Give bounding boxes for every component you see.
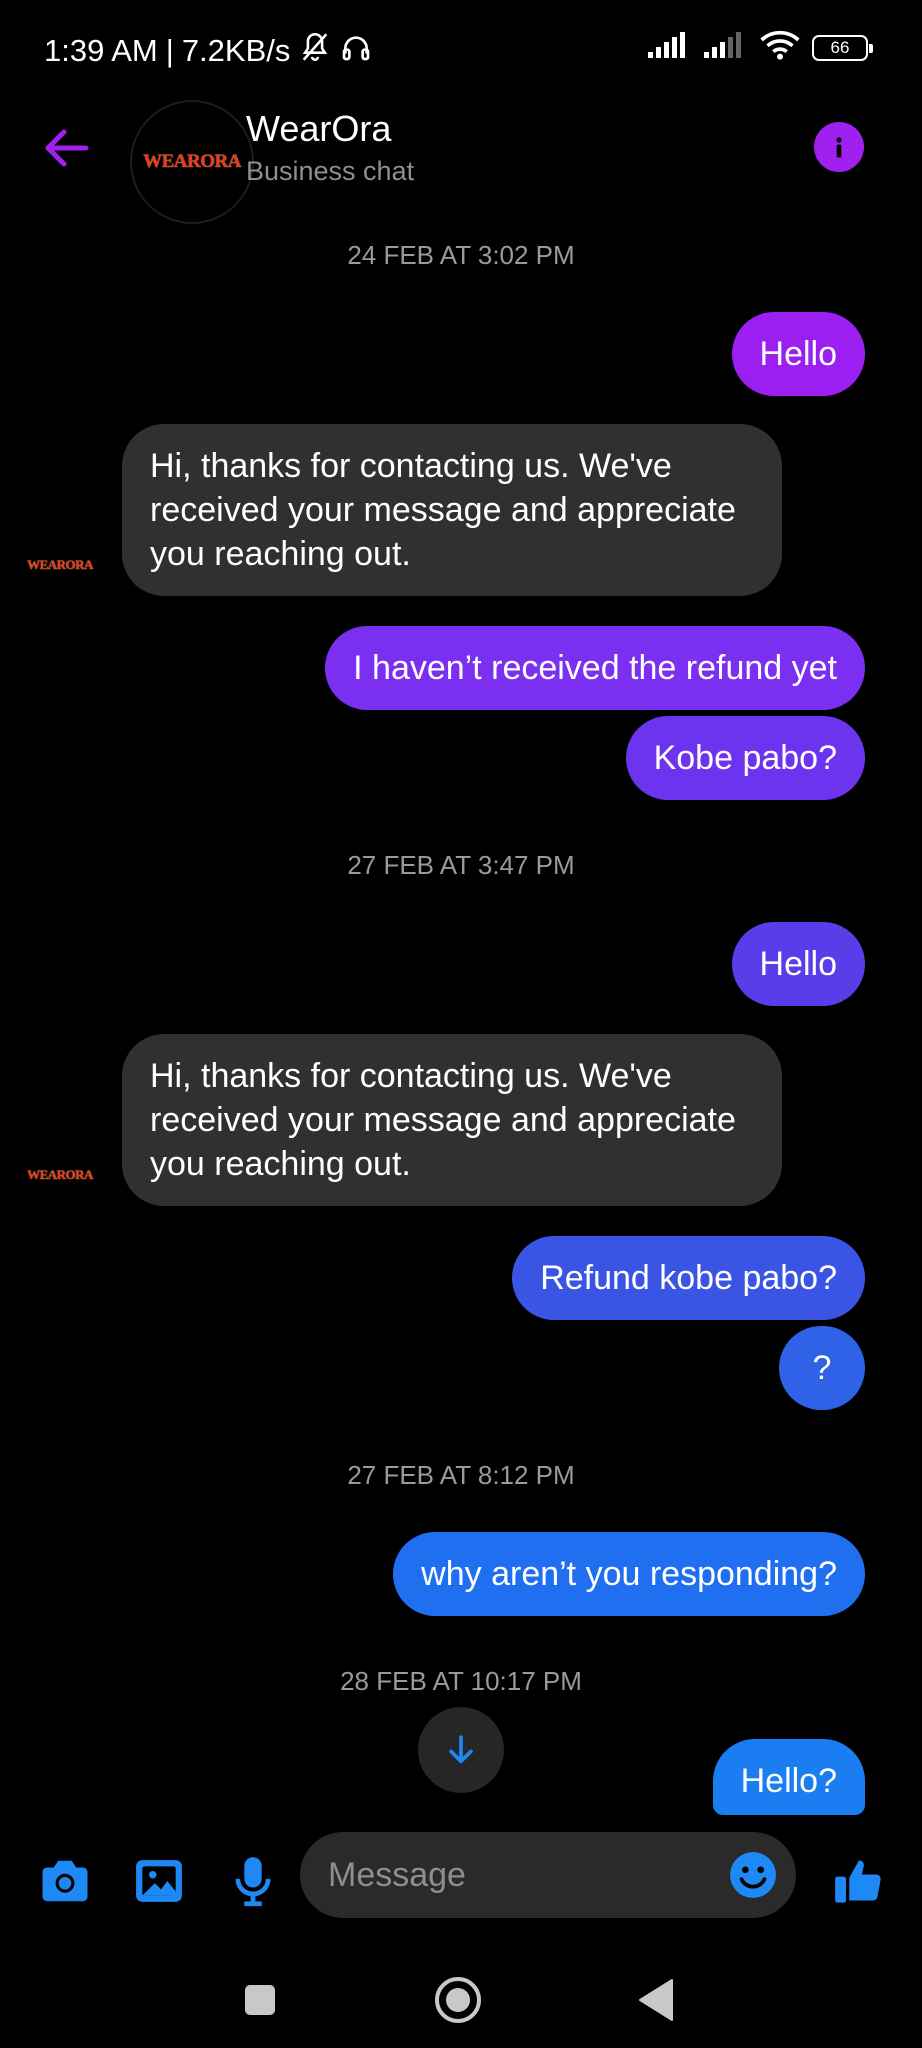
home-button[interactable] bbox=[428, 1970, 488, 2030]
system-nav-bar bbox=[0, 1940, 922, 2048]
gallery-icon bbox=[136, 1860, 182, 1902]
thumbs-up-icon bbox=[835, 1860, 881, 1903]
status-time: 1:39 AM bbox=[44, 33, 158, 68]
home-icon bbox=[435, 1977, 481, 2023]
outgoing-message[interactable]: Hello bbox=[731, 922, 865, 1006]
battery-indicator: 66 bbox=[812, 34, 873, 61]
avatar-logo: WEARORA bbox=[143, 151, 241, 172]
chat-header: WEARORA WearOra Business chat bbox=[0, 100, 922, 230]
status-left: 1:39 AM | 7.2KB/s bbox=[44, 30, 372, 72]
outgoing-message[interactable]: why aren’t you responding? bbox=[393, 1532, 865, 1616]
message-input[interactable] bbox=[328, 1832, 708, 1918]
messenger-screen: 1:39 AM | 7.2KB/s 66 WEARORA WearOra Bus… bbox=[0, 0, 922, 2048]
system-back-button[interactable] bbox=[626, 1970, 686, 2030]
microphone-button[interactable] bbox=[222, 1850, 284, 1912]
sender-logo: WEARORA bbox=[27, 557, 93, 572]
contact-avatar[interactable]: WEARORA bbox=[130, 100, 254, 224]
outgoing-message[interactable]: Refund kobe pabo? bbox=[512, 1236, 865, 1320]
like-button[interactable] bbox=[828, 1850, 890, 1912]
status-separator: | bbox=[165, 33, 174, 68]
message-box bbox=[300, 1832, 796, 1918]
sender-avatar: WEARORA bbox=[27, 1165, 93, 1185]
back-button[interactable] bbox=[36, 118, 96, 178]
arrow-down-icon bbox=[449, 1735, 473, 1764]
outgoing-message[interactable]: Kobe pabo? bbox=[625, 716, 865, 800]
sender-avatar: WEARORA bbox=[27, 555, 93, 575]
headphones-icon bbox=[340, 31, 372, 71]
recent-apps-icon bbox=[245, 1985, 275, 2015]
network-speed: 7.2KB/s bbox=[181, 33, 291, 68]
back-icon bbox=[639, 1979, 673, 2021]
emoji-button[interactable] bbox=[728, 1850, 778, 1900]
camera-button[interactable] bbox=[34, 1850, 96, 1912]
timestamp: 27 FEB AT 3:47 PM bbox=[347, 850, 575, 880]
sender-logo: WEARORA bbox=[27, 1167, 93, 1182]
status-bar: 1:39 AM | 7.2KB/s 66 bbox=[0, 0, 922, 100]
composer-bar bbox=[0, 1820, 922, 1940]
emoji-icon bbox=[730, 1852, 776, 1898]
wifi-icon bbox=[760, 30, 800, 65]
incoming-message[interactable]: Hi, thanks for contacting us. We've rece… bbox=[122, 424, 782, 596]
muted-bell-icon bbox=[298, 30, 332, 72]
timestamp: 24 FEB AT 3:02 PM bbox=[347, 240, 575, 270]
outgoing-message[interactable]: I haven’t received the refund yet bbox=[325, 626, 865, 710]
outgoing-message[interactable]: Hello? bbox=[712, 1739, 865, 1815]
status-right: 66 bbox=[648, 30, 873, 65]
info-icon bbox=[836, 137, 842, 158]
camera-icon bbox=[42, 1860, 88, 1902]
recent-apps-button[interactable] bbox=[230, 1970, 290, 2030]
back-arrow-icon bbox=[45, 129, 89, 167]
outgoing-message[interactable]: ? bbox=[779, 1326, 865, 1410]
signal-icon-2 bbox=[704, 32, 748, 63]
gallery-button[interactable] bbox=[128, 1850, 190, 1912]
scroll-to-bottom-button[interactable] bbox=[418, 1707, 504, 1793]
timestamp: 28 FEB AT 10:17 PM bbox=[340, 1666, 582, 1696]
contact-subtitle: Business chat bbox=[246, 156, 415, 186]
signal-icon bbox=[648, 32, 692, 63]
outgoing-message[interactable]: Hello bbox=[731, 312, 865, 396]
info-button[interactable] bbox=[814, 122, 864, 172]
timestamp: 27 FEB AT 8:12 PM bbox=[347, 1460, 575, 1490]
microphone-icon bbox=[235, 1857, 271, 1907]
contact-name[interactable]: WearOra bbox=[246, 108, 391, 150]
incoming-message[interactable]: Hi, thanks for contacting us. We've rece… bbox=[122, 1034, 782, 1206]
